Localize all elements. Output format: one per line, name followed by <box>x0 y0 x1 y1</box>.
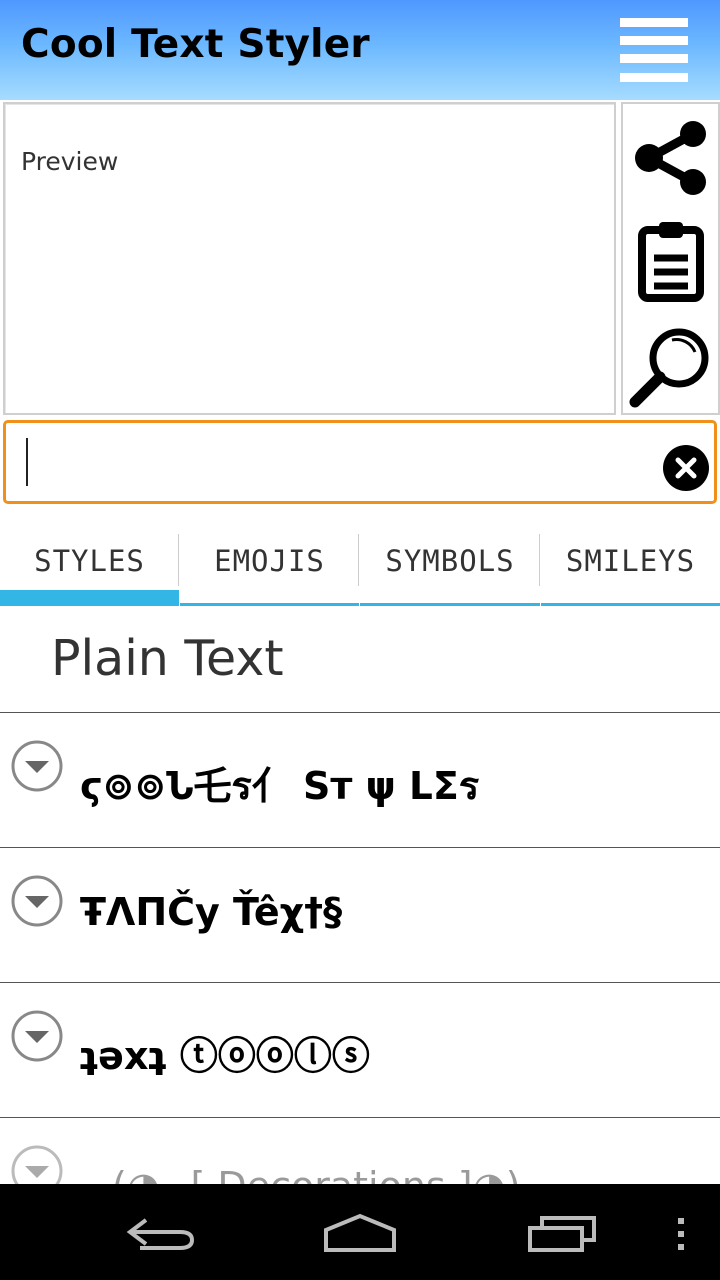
list-item[interactable]: (◕‿[ Decorations ]◕) <box>0 1118 720 1184</box>
style-sample: (◕‿[ Decorations ]◕) <box>112 1164 521 1184</box>
tab-label: STYLES <box>34 544 145 578</box>
overflow-menu-icon[interactable] <box>676 1216 686 1252</box>
clipboard-icon[interactable] <box>627 216 717 306</box>
tab-divider <box>358 534 359 586</box>
preview-placeholder: Preview <box>21 147 119 176</box>
preview-area[interactable]: Preview <box>3 102 616 415</box>
tab-label: SMILEYS <box>565 544 696 578</box>
chevron-down-icon[interactable] <box>10 1009 64 1063</box>
tab-bar: STYLES EMOJIS SYMBOLS SMILEYS <box>0 530 720 606</box>
system-nav-bar <box>0 1184 720 1280</box>
share-icon[interactable] <box>627 114 717 204</box>
list-header[interactable]: Plain Text <box>51 630 284 687</box>
back-icon[interactable] <box>120 1212 200 1252</box>
menu-icon[interactable] <box>620 18 688 82</box>
list-item[interactable]: ʇǝxʇ ⓣⓞⓞⓛⓢ <box>0 983 720 1117</box>
tab-symbols[interactable]: SYMBOLS <box>360 530 540 606</box>
text-input-container <box>3 420 717 504</box>
style-sample: ϛ⊚⊚Ն乇ร亻 Sт ψ ᒪΣร <box>80 764 480 808</box>
tab-styles[interactable]: STYLES <box>0 530 179 606</box>
text-cursor <box>26 438 28 486</box>
chevron-down-icon[interactable] <box>10 739 64 793</box>
tab-divider <box>178 534 179 586</box>
tab-smileys[interactable]: SMILEYS <box>541 530 720 606</box>
tab-emojis[interactable]: EMOJIS <box>180 530 359 606</box>
chevron-down-icon[interactable] <box>10 874 64 928</box>
tab-label: EMOJIS <box>214 544 325 578</box>
app-title: Cool Text Styler <box>21 22 370 67</box>
close-icon[interactable] <box>663 445 709 491</box>
tab-indicator <box>0 590 179 606</box>
recents-icon[interactable] <box>526 1214 598 1254</box>
style-sample: ʇǝxʇ ⓣⓞⓞⓛⓢ <box>80 1034 370 1078</box>
search-icon[interactable] <box>627 322 717 412</box>
style-sample: ŦΛПČy Ťêχ†§ <box>80 890 343 934</box>
style-list: Plain Text ϛ⊚⊚Ն乇ร亻 Sт ψ ᒪΣร ŦΛПČy Ťêχ†§ <box>0 606 720 1184</box>
text-input[interactable] <box>30 433 650 491</box>
list-item[interactable]: ŦΛПČy Ťêχ†§ <box>0 848 720 982</box>
chevron-down-icon[interactable] <box>10 1144 64 1184</box>
tab-label: SYMBOLS <box>385 544 515 578</box>
tab-divider <box>539 534 540 586</box>
action-column <box>621 102 720 415</box>
home-icon[interactable] <box>322 1212 398 1254</box>
app-bar: Cool Text Styler <box>0 0 720 100</box>
list-item[interactable]: ϛ⊚⊚Ն乇ร亻 Sт ψ ᒪΣร <box>0 713 720 847</box>
